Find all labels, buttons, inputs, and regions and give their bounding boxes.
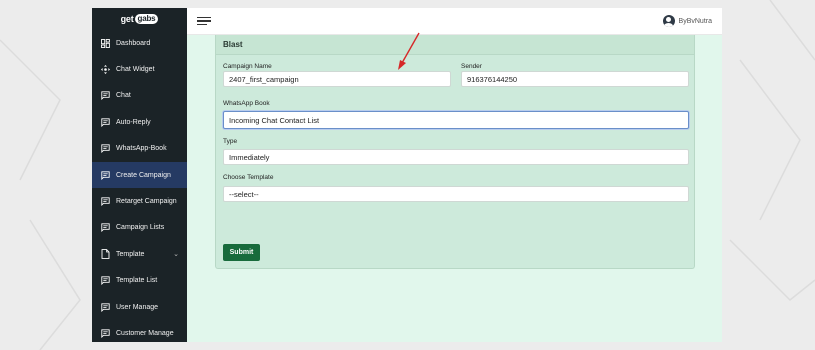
campaign-name-input[interactable]: 2407_first_campaign: [223, 71, 451, 87]
sidebar-item-label: User Manage: [116, 303, 159, 311]
chat-icon: [101, 276, 110, 286]
chat-icon: [101, 223, 110, 233]
chat-icon: [101, 329, 110, 338]
type-select[interactable]: Immediately: [223, 149, 689, 165]
sender-input[interactable]: 916376144250: [461, 71, 689, 87]
chat-icon: [101, 170, 110, 180]
avatar: [662, 15, 675, 27]
user-name: ByBvNutra: [678, 17, 712, 25]
chevron-down-icon[interactable]: ⌄: [173, 250, 179, 258]
sidebar-item-dashboard[interactable]: Dashboard: [92, 30, 187, 56]
sidebar-item-label: Campaign Lists: [116, 224, 165, 232]
chat-icon: [101, 302, 110, 312]
topbar: ByBvNutra: [187, 8, 722, 35]
template-select[interactable]: --select--: [223, 186, 689, 202]
sidebar-item-chat[interactable]: Chat: [92, 83, 187, 109]
sidebar-item-label: Chat: [116, 92, 131, 100]
chat-icon: [101, 118, 110, 127]
sidebar-item-chat-widget[interactable]: Chat Widget: [92, 56, 187, 82]
sidebar-item-auto-reply[interactable]: Auto-Reply: [92, 109, 187, 135]
type-label: Type: [223, 138, 238, 145]
dashboard-icon: [101, 38, 110, 48]
sidebar-item-label: Retarget Campaign: [116, 198, 177, 206]
sidebar-item-label: Template: [116, 250, 145, 258]
sidebar-item-label: Dashboard: [116, 39, 151, 47]
card-title: Blast: [216, 35, 694, 55]
sidebar-item-label: Chat Widget: [116, 66, 155, 74]
user-menu[interactable]: ByBvNutra: [662, 15, 712, 27]
sidebar-item-template[interactable]: Template ⌄: [92, 241, 187, 267]
sidebar-item-label: WhatsApp-Book: [116, 145, 167, 153]
app-window: get gabs Dashboard Chat Widget Chat Auto-Rep…: [92, 8, 722, 342]
sidebar-item-user-manage[interactable]: User Manage: [92, 294, 187, 320]
sidebar-item-label: Template List: [116, 277, 158, 285]
whatsapp-book-label: WhatsApp Book: [223, 100, 270, 107]
choose-template-label: Choose Template: [223, 174, 274, 181]
chat-icon: [101, 197, 110, 207]
logo: get gabs: [92, 8, 187, 30]
sidebar-item-label: Auto-Reply: [116, 118, 151, 126]
move-icon: [101, 65, 110, 75]
sidebar-item-campaign-lists[interactable]: Campaign Lists: [92, 215, 187, 241]
campaign-name-label: Campaign Name: [223, 63, 272, 70]
page-content: Blast Campaign Name 2407_first_campaign …: [187, 35, 722, 342]
sidebar-item-create-campaign[interactable]: Create Campaign: [92, 161, 187, 189]
sidebar-item-retarget-campaign[interactable]: Retarget Campaign: [92, 188, 187, 214]
sidebar-item-whatsapp-book[interactable]: WhatsApp-Book: [92, 136, 187, 162]
hamburger-menu-icon[interactable]: [197, 15, 211, 27]
sidebar-item-label: Customer Manage: [116, 329, 174, 337]
document-icon: [101, 249, 110, 260]
main-area: ByBvNutra Blast Campaign Name 2407_first…: [187, 8, 722, 342]
submit-button[interactable]: Submit: [223, 244, 260, 261]
sender-label: Sender: [461, 63, 482, 70]
chat-icon: [101, 144, 110, 154]
chat-icon: [101, 91, 110, 101]
sidebar-item-label: Create Campaign: [116, 171, 171, 179]
sidebar: get gabs Dashboard Chat Widget Chat Auto-Rep…: [92, 8, 187, 342]
blast-form-card: Blast Campaign Name 2407_first_campaign …: [215, 35, 695, 269]
whatsapp-book-select[interactable]: Incoming Chat Contact List: [223, 111, 689, 129]
sidebar-item-customer-manage[interactable]: Customer Manage: [92, 320, 187, 342]
sidebar-item-template-list[interactable]: Template List: [92, 268, 187, 294]
sidebar-nav: Dashboard Chat Widget Chat Auto-Reply WhatsA…: [92, 30, 187, 342]
